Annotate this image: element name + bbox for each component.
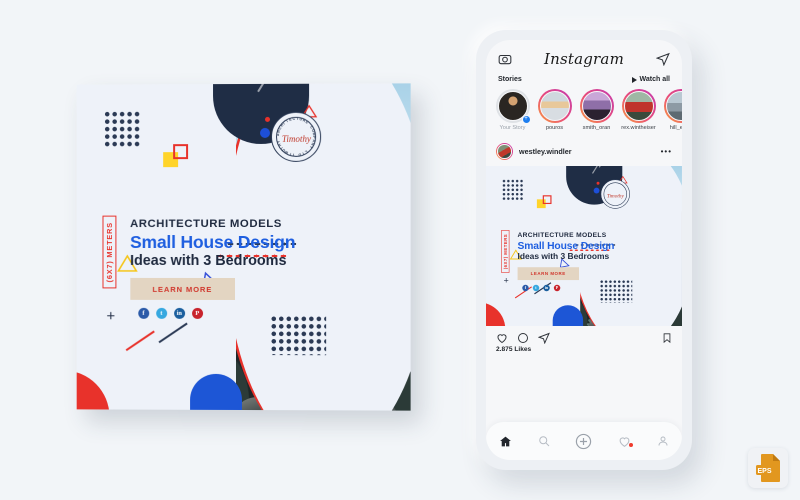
stories-list[interactable]: + Your Story pouros smith_oran rex.wintheise… bbox=[486, 87, 682, 137]
stories-label: Stories bbox=[498, 76, 522, 83]
story-username: Your Story bbox=[499, 125, 526, 131]
red-dot-shape bbox=[264, 116, 270, 122]
phone-mockup: Instagram Stories Watch all + Your Story p… bbox=[476, 30, 692, 470]
pinterest-icon[interactable]: P bbox=[191, 308, 203, 320]
eps-label: EPS bbox=[757, 468, 771, 475]
avatar bbox=[539, 91, 570, 121]
avatar bbox=[665, 91, 682, 121]
story-item[interactable]: rex.wintheiser bbox=[620, 89, 657, 131]
dot-grid-top-left bbox=[103, 110, 141, 149]
search-icon[interactable] bbox=[538, 435, 550, 447]
story-username: smith_oran bbox=[582, 125, 611, 131]
like-icon[interactable] bbox=[496, 332, 508, 344]
story-ring bbox=[579, 89, 614, 123]
likes-count: 2.875 Likes bbox=[496, 346, 532, 353]
red-square-outline-shape bbox=[172, 143, 188, 159]
story-item[interactable]: + Your Story bbox=[494, 89, 531, 131]
watch-all-button[interactable]: Watch all bbox=[631, 76, 670, 83]
size-label: (6X7) METERS bbox=[102, 215, 117, 289]
avatar bbox=[623, 91, 654, 121]
story-ring: + bbox=[495, 89, 531, 124]
notification-dot bbox=[629, 442, 634, 447]
linkedin-icon[interactable]: in bbox=[173, 308, 185, 320]
more-options-icon[interactable]: ••• bbox=[661, 147, 672, 156]
story-username: rex.wintheiser bbox=[621, 125, 656, 131]
post-username[interactable]: westley.windler bbox=[519, 147, 655, 156]
poster-canvas: + + TIMOTHY ARCHITECTURE COMPANY LTD Tim… bbox=[76, 83, 411, 411]
post-actions bbox=[486, 326, 682, 346]
blue-dot-shape bbox=[259, 127, 270, 138]
avatar bbox=[581, 91, 612, 121]
bookmark-icon[interactable] bbox=[662, 332, 672, 344]
add-post-icon[interactable] bbox=[575, 433, 592, 450]
camera-icon[interactable] bbox=[498, 52, 512, 66]
story-ring bbox=[663, 89, 682, 123]
activity-icon[interactable] bbox=[618, 435, 634, 448]
company-stamp-logo: TIMOTHY ARCHITECTURE COMPANY LTD Timothy bbox=[271, 111, 322, 162]
square-poster-mockup: + + TIMOTHY ARCHITECTURE COMPANY LTD Tim… bbox=[76, 83, 411, 411]
social-icons-row: f t in P bbox=[137, 307, 328, 320]
comment-icon[interactable] bbox=[517, 332, 529, 344]
add-story-icon[interactable]: + bbox=[521, 115, 531, 124]
profile-icon[interactable] bbox=[657, 435, 669, 447]
avatar[interactable] bbox=[496, 143, 513, 160]
poster-content: (6X7) METERS ARCHITECTURE MODELS Small H… bbox=[102, 215, 328, 320]
story-ring bbox=[537, 89, 572, 123]
post-header: westley.windler ••• bbox=[486, 137, 682, 166]
facebook-icon[interactable]: f bbox=[137, 307, 149, 319]
instagram-header: Instagram bbox=[486, 40, 682, 74]
watch-all-label: Watch all bbox=[639, 76, 670, 83]
play-triangle-icon bbox=[631, 76, 637, 83]
story-item[interactable]: smith_oran bbox=[578, 89, 615, 131]
story-username: pouros bbox=[545, 125, 564, 131]
learn-more-button[interactable]: LEARN MORE bbox=[130, 278, 235, 301]
stamp-signature: Timothy bbox=[281, 134, 311, 145]
poster-subheadline: Ideas with 3 Bedrooms bbox=[130, 252, 287, 269]
twitter-icon[interactable]: t bbox=[155, 308, 167, 319]
stories-bar: Stories Watch all bbox=[486, 74, 682, 87]
bottom-tab-bar bbox=[486, 422, 682, 460]
send-icon[interactable] bbox=[656, 52, 670, 66]
story-ring bbox=[621, 89, 656, 123]
instagram-logo: Instagram bbox=[544, 50, 624, 68]
phone-screen: Instagram Stories Watch all + Your Story p… bbox=[486, 40, 682, 460]
file-icon: EPS bbox=[756, 454, 780, 482]
home-icon[interactable] bbox=[499, 435, 512, 448]
eps-file-badge: EPS bbox=[748, 448, 788, 488]
share-icon[interactable] bbox=[538, 332, 550, 344]
poster-eyebrow: ARCHITECTURE MODELS bbox=[130, 217, 282, 230]
poster-headline: Small House Design bbox=[130, 231, 296, 252]
story-username: hill_eliza bbox=[669, 125, 682, 131]
story-item[interactable]: hill_eliza bbox=[662, 89, 682, 131]
dot-grid-bottom-right bbox=[269, 315, 326, 356]
story-item[interactable]: pouros bbox=[536, 89, 573, 131]
post-image[interactable]: + + bbox=[486, 166, 682, 326]
